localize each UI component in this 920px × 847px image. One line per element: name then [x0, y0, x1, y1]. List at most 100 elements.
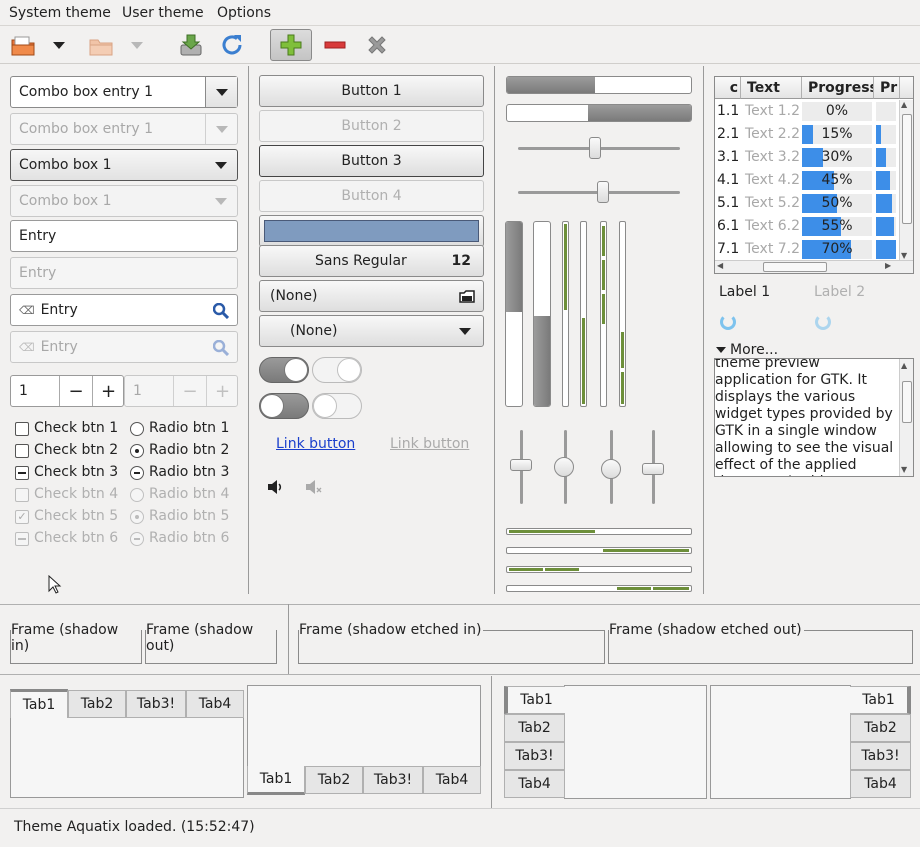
clear-icon: ⌫ [19, 340, 35, 354]
combo-box-1[interactable]: Combo box 1 [10, 149, 238, 181]
volume-icon[interactable] [267, 479, 285, 495]
vscale-3-knob[interactable] [601, 459, 621, 479]
tab-left-1[interactable]: Tab1 [504, 686, 565, 714]
tree-progress-text: 50% [821, 195, 853, 211]
button-3[interactable]: Button 3 [259, 145, 484, 177]
refresh-icon[interactable] [218, 30, 248, 60]
font-button[interactable]: Sans Regular 12 [259, 245, 484, 277]
remove-icon[interactable] [320, 30, 350, 60]
search-entry[interactable]: ⌫ Entry [10, 294, 238, 326]
switch-off[interactable] [259, 393, 309, 419]
switch-on[interactable] [259, 357, 309, 383]
combo-entry-1-arrow[interactable] [205, 77, 237, 107]
tree-row[interactable]: 3.1 Text 3.2 30% [715, 146, 899, 169]
tab-right-4[interactable]: Tab4 [850, 770, 911, 798]
search-icon[interactable] [213, 303, 229, 319]
tab-right-2[interactable]: Tab2 [850, 714, 911, 742]
spinner [720, 314, 736, 330]
app-chooser-combo[interactable]: (None) [259, 315, 484, 347]
link-button[interactable]: Link button [276, 436, 355, 452]
hscale-2-knob[interactable] [597, 181, 609, 203]
tab-bottom-4[interactable]: Tab4 [423, 766, 481, 794]
tree-progress-text: 55% [821, 218, 853, 234]
dropdown-arrow-icon[interactable] [48, 30, 70, 60]
close-icon[interactable] [362, 30, 392, 60]
tab-top-1[interactable]: Tab1 [10, 689, 68, 718]
frame-shadow-out-label: Frame (shadow out) [146, 622, 276, 654]
tree-header-text[interactable]: Text [741, 77, 802, 99]
spin-plus-button[interactable]: + [92, 376, 124, 406]
vscale-2-knob[interactable] [554, 457, 574, 477]
tree-row[interactable]: 6.1 Text 6.2 55% [715, 215, 899, 238]
check-btn-4-label: Check btn 4 [34, 486, 119, 502]
app-chooser-label: (None) [290, 323, 338, 339]
tab-bottom-3[interactable]: Tab3! [363, 766, 423, 794]
radio-btn-2[interactable] [130, 444, 144, 458]
tree-row[interactable]: 5.1 Text 5.2 50% [715, 192, 899, 215]
tree-header-progress[interactable]: Progress [802, 77, 874, 99]
tree-cell-progress: 50% [802, 194, 872, 213]
radio-btn-3[interactable] [130, 466, 144, 480]
clear-icon[interactable]: ⌫ [19, 304, 35, 317]
check-btn-3[interactable] [15, 466, 29, 480]
text-view[interactable]: theme preview application for GTK. It di… [714, 358, 914, 477]
menu-system-theme[interactable]: System theme [9, 5, 111, 21]
tab-bottom-2[interactable]: Tab2 [305, 766, 363, 794]
tree-cell-text: Text 4.2 [745, 172, 801, 188]
notebook-right-page [710, 685, 851, 799]
tab-top-3[interactable]: Tab3! [126, 690, 186, 718]
tab-top-2[interactable]: Tab2 [68, 690, 126, 718]
menu-options[interactable]: Options [217, 5, 271, 21]
open-icon[interactable] [8, 30, 38, 60]
add-icon[interactable] [270, 29, 312, 61]
tree-row[interactable]: 7.1 Text 7.2 70% [715, 238, 899, 260]
tab-left-2[interactable]: Tab2 [504, 714, 565, 742]
radio-btn-5 [130, 510, 144, 524]
text-view-content: theme preview application for GTK. It di… [715, 358, 894, 476]
tree-vscrollbar[interactable]: ▲ ▼ [899, 100, 913, 260]
tree-row[interactable]: 2.1 Text 2.2 15% [715, 123, 899, 146]
tree-row[interactable]: 4.1 Text 4.2 45% [715, 169, 899, 192]
tree-header-0[interactable]: c [715, 77, 741, 99]
separator [288, 604, 289, 674]
expander[interactable]: More... [716, 342, 778, 358]
tree-header-pr[interactable]: Pr [874, 77, 900, 99]
check-btn-1[interactable] [15, 422, 29, 436]
vscale-4-knob[interactable] [642, 463, 664, 475]
tab-right-1[interactable]: Tab1 [850, 686, 911, 714]
tab-right-3[interactable]: Tab3! [850, 742, 911, 770]
button-1[interactable]: Button 1 [259, 75, 484, 107]
tree-hscrollbar[interactable]: ◀ ▶ [715, 260, 913, 273]
text-view-scrollbar[interactable]: ▲ ▼ [899, 359, 913, 476]
tree-cell-pr [876, 194, 896, 213]
check-btn-2[interactable] [15, 444, 29, 458]
spin-button[interactable]: 1 − + [10, 375, 124, 407]
file-chooser-button[interactable]: (None) [259, 280, 484, 312]
save-icon[interactable] [176, 30, 206, 60]
radio-btn-1[interactable] [130, 422, 144, 436]
color-button[interactable] [259, 215, 484, 247]
tree-view[interactable]: c Text Progress Pr 1.1 Text 1.2 0% 2.1 Text … [714, 76, 914, 274]
radio-btn-4-label: Radio btn 4 [149, 486, 230, 502]
tree-cell-progress: 0% [802, 102, 872, 121]
combo-entry-1[interactable]: Combo box entry 1 [10, 76, 238, 108]
tab-left-3[interactable]: Tab3! [504, 742, 565, 770]
tab-top-4[interactable]: Tab4 [186, 690, 244, 718]
tab-bottom-1[interactable]: Tab1 [247, 766, 305, 795]
separator [0, 674, 920, 675]
volume-muted-icon [306, 480, 322, 494]
hlevel-bar-4 [506, 585, 692, 592]
combo-entry-1-disabled-text: Combo box entry 1 [19, 121, 154, 137]
radio-btn-5-label: Radio btn 5 [149, 508, 230, 524]
hlevel-bar-2 [506, 547, 692, 554]
tree-row[interactable]: 1.1 Text 1.2 0% [715, 100, 899, 123]
spin-minus-button[interactable]: − [59, 376, 92, 406]
menu-user-theme[interactable]: User theme [122, 5, 204, 21]
separator [703, 66, 704, 594]
hscale-1-knob[interactable] [589, 137, 601, 159]
search-entry-text: Entry [40, 302, 78, 318]
entry-field[interactable]: Entry [10, 220, 238, 252]
tree-cell-text: Text 6.2 [745, 218, 801, 234]
tab-left-4[interactable]: Tab4 [504, 770, 565, 798]
vscale-1-knob[interactable] [510, 459, 532, 471]
